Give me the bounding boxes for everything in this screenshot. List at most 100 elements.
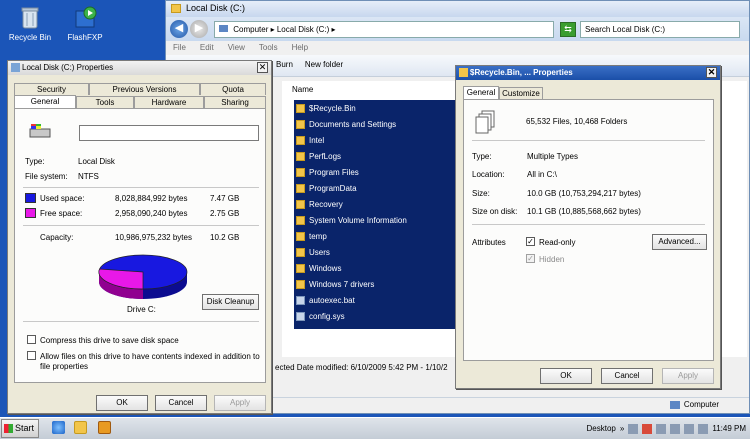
start-label: Start [15,423,35,433]
list-item[interactable]: config.sys [294,308,456,324]
list-item[interactable]: Program Files [294,164,456,180]
tab-sharing[interactable]: Sharing [204,96,266,108]
advanced-button[interactable]: Advanced... [652,234,707,250]
list-item[interactable]: ProgramData [294,180,456,196]
drive-name-input[interactable] [79,125,259,141]
apply-button[interactable]: Apply [662,368,714,384]
tab-general[interactable]: General [463,86,499,99]
close-icon[interactable]: ✕ [706,67,717,78]
explorer-title-bar[interactable]: Local Disk (C:) [166,1,749,17]
list-item[interactable]: Windows 7 drivers [294,276,456,292]
used-space-swatch [25,193,36,203]
list-item[interactable]: autoexec.bat [294,292,456,308]
list-item[interactable]: PerfLogs [294,148,456,164]
new-folder-button[interactable]: New folder [305,60,343,76]
attributes-label: Attributes [472,238,506,247]
cancel-button[interactable]: Cancel [155,395,207,411]
list-item[interactable]: Documents and Settings [294,116,456,132]
tab-tools[interactable]: Tools [76,96,134,108]
folder-icon [296,247,305,257]
list-item[interactable]: Windows [294,260,456,276]
size-on-disk-value: 10.1 GB (10,885,568,662 bytes) [527,207,641,216]
tab-customize[interactable]: Customize [499,87,543,99]
back-button[interactable]: ◀ [170,20,188,38]
disk-cleanup-button[interactable]: Disk Cleanup [202,294,259,310]
compress-label: Compress this drive to save disk space [40,336,179,345]
used-space-label: Used space: [40,194,85,203]
general-tab-panel: Type: Local Disk File system: NTFS Used … [14,108,266,383]
compress-checkbox[interactable] [27,335,36,344]
divider [472,224,705,225]
apply-button[interactable]: Apply [214,395,266,411]
item-summary: 65,532 Files, 10,468 Folders [526,117,628,126]
list-item[interactable]: temp [294,228,456,244]
desktop-toolbar-label[interactable]: Desktop [587,424,616,433]
tab-previous-versions[interactable]: Previous Versions [89,83,200,95]
list-item[interactable]: $Recycle.Bin [294,100,456,116]
clock[interactable]: 11:49 PM [712,424,746,433]
type-value: Local Disk [78,157,115,166]
drive-icon [11,63,20,72]
cancel-button[interactable]: Cancel [601,368,653,384]
menu-view[interactable]: View [228,43,245,53]
address-bar[interactable]: Computer ▸ Local Disk (C:) ▸ [214,20,554,38]
read-only-checkbox[interactable]: ✓ [526,237,535,246]
list-item[interactable]: System Volume Information [294,212,456,228]
notification-icon[interactable] [628,423,639,434]
folder-icon [296,199,305,209]
internet-explorer-icon[interactable] [52,421,65,434]
search-input[interactable]: Search Local Disk (C:) [580,20,740,38]
desktop-icon-label: Recycle Bin [8,33,52,42]
status-computer: Computer [683,400,719,409]
recycle-bin-properties-title-bar[interactable]: $Recycle.Bin, ... Properties ✕ [456,66,720,80]
desktop-icon-recycle-bin[interactable]: Recycle Bin [0,5,60,42]
read-only-label: Read-only [539,238,576,247]
forward-button[interactable]: ▶ [190,20,208,38]
breadcrumb-drive[interactable]: Local Disk (C:) [277,25,329,34]
desktop-icon-flashfxp[interactable]: FlashFXP [55,5,115,42]
ok-button[interactable]: OK [540,368,592,384]
security-icon[interactable] [656,423,667,434]
breadcrumb-computer[interactable]: Computer [233,25,268,34]
batch-file-icon [296,295,305,305]
tab-quota[interactable]: Quota [200,83,266,95]
list-item[interactable]: Recovery [294,196,456,212]
folder-icon [296,231,305,241]
folder-icon [296,119,305,129]
menu-edit[interactable]: Edit [200,43,214,53]
list-item[interactable]: Intel [294,132,456,148]
burn-button[interactable]: Burn [276,60,293,76]
free-space-label: Free space: [40,209,83,218]
folder-icon [296,135,305,145]
free-space-swatch [25,208,36,218]
flag-icon[interactable] [642,423,653,434]
chevron-right-icon[interactable]: » [620,424,624,433]
explorer-icon[interactable] [74,421,87,434]
refresh-button[interactable]: ⇆ [560,21,576,37]
folder-icon [296,151,305,161]
chevron-right-icon: ▸ [331,24,336,34]
menu-tools[interactable]: Tools [259,43,278,53]
ok-button[interactable]: OK [96,395,148,411]
close-icon[interactable]: ✕ [257,62,268,73]
signal-icon[interactable] [698,423,709,434]
column-header-name[interactable]: Name [288,83,468,97]
tab-hardware[interactable]: Hardware [134,96,204,108]
tab-security[interactable]: Security [14,83,89,95]
network-icon[interactable] [670,423,681,434]
tab-general[interactable]: General [14,95,76,108]
capacity-gb: 10.2 GB [210,233,240,242]
computer-icon [669,400,680,409]
hidden-checkbox: ✓ [526,254,535,263]
menu-file[interactable]: File [173,43,186,53]
desktop-icon-label: FlashFXP [67,33,103,42]
volume-icon[interactable] [684,423,695,434]
index-checkbox[interactable] [27,351,36,360]
folder-icon [296,263,305,273]
start-button[interactable]: Start [1,419,39,438]
menu-help[interactable]: Help [292,43,308,53]
disk-properties-title-bar[interactable]: Local Disk (C:) Properties ✕ [8,61,271,75]
list-item[interactable]: Users [294,244,456,260]
type-label: Type: [25,157,45,166]
media-player-icon[interactable] [98,421,111,434]
